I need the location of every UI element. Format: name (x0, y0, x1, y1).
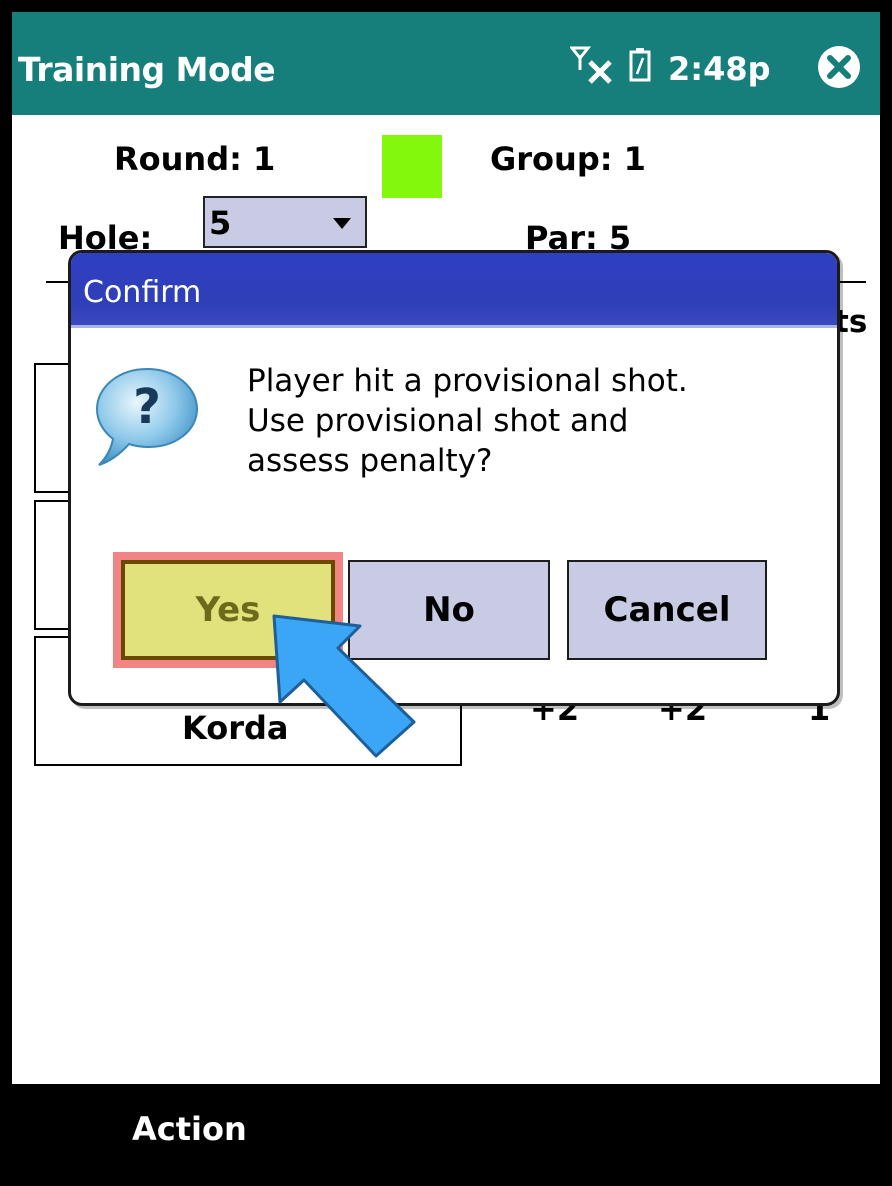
app-title: Training Mode (18, 50, 276, 89)
confirm-dialog: Confirm ? Player hit a provisional shot.… (68, 250, 840, 706)
dialog-message-line: Use provisional shot and (247, 403, 629, 439)
dialog-title: Confirm (83, 275, 202, 310)
dialog-message-line: Player hit a provisional shot. (247, 363, 688, 399)
pointer-arrow-icon (272, 614, 416, 758)
hole-dropdown-value: 5 (209, 204, 232, 242)
title-bar: Training Mode 2:48p (12, 12, 880, 115)
svg-text:?: ? (133, 379, 161, 435)
round-label: Round: 1 (114, 140, 276, 178)
dialog-header: Confirm (71, 253, 837, 328)
action-menu-button[interactable]: Action (132, 1110, 247, 1148)
battery-icon (629, 48, 651, 82)
device-screen: Training Mode 2:48p Round: 1 Group: 1 Ho… (12, 12, 880, 1174)
group-label: Group: 1 (490, 140, 646, 178)
signal-off-icon (570, 46, 612, 84)
dialog-message: Player hit a provisional shot. Use provi… (247, 361, 688, 481)
cancel-button[interactable]: Cancel (567, 560, 767, 660)
group-color-indicator (382, 135, 442, 198)
soft-key-bar: Action (12, 1084, 880, 1174)
clock: 2:48p (668, 50, 771, 88)
question-icon: ? (95, 367, 199, 466)
dialog-message-line: assess penalty? (247, 443, 493, 479)
close-icon[interactable] (816, 44, 862, 90)
hole-dropdown[interactable]: 5 (203, 196, 367, 248)
chevron-down-icon (333, 218, 351, 229)
